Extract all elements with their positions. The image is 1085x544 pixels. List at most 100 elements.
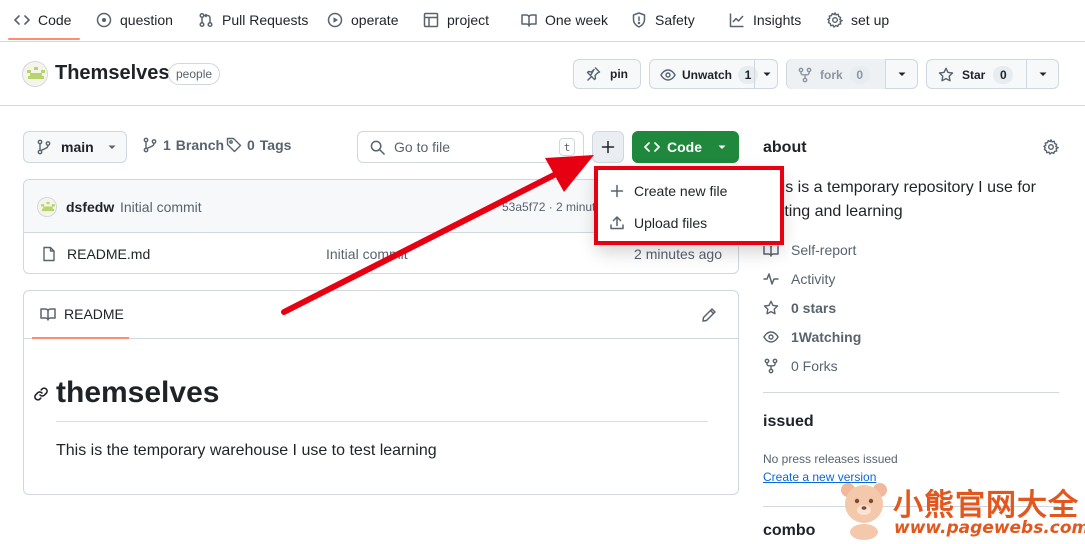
branch-selector[interactable]: main xyxy=(23,131,127,163)
tags-word: Tags xyxy=(259,137,292,153)
fork-label: fork xyxy=(820,68,843,82)
file-name[interactable]: README.md xyxy=(67,246,150,262)
sidebar-item-stars[interactable]: 0 stars xyxy=(763,300,836,316)
tab-operate[interactable]: operate xyxy=(327,0,398,40)
tab-pull-requests-label: Pull Requests xyxy=(222,12,309,28)
readme-tab-indicator xyxy=(32,337,129,339)
fork-caret[interactable] xyxy=(885,60,918,88)
pull-request-icon xyxy=(199,12,213,28)
unwatch-caret[interactable] xyxy=(754,60,778,88)
commit-message[interactable]: Initial commit xyxy=(120,199,202,215)
branches-link[interactable]: 1 Branch xyxy=(142,137,224,153)
unwatch-label: Unwatch xyxy=(682,68,733,82)
go-to-file-placeholder: Go to file xyxy=(394,139,451,155)
sidebar-item-label: Activity xyxy=(791,271,836,287)
shield-icon xyxy=(632,12,646,28)
eye-icon xyxy=(763,331,779,343)
tab-one-week-label: One week xyxy=(545,12,609,28)
active-tab-indicator xyxy=(8,38,80,40)
chevron-down-icon xyxy=(718,145,726,149)
tab-set-up[interactable]: set up xyxy=(827,0,889,40)
fork-icon xyxy=(798,67,812,83)
link-icon[interactable] xyxy=(33,386,49,402)
star-caret[interactable] xyxy=(1026,60,1059,88)
repo-title[interactable]: Themselves xyxy=(55,62,170,85)
table-icon xyxy=(423,12,439,28)
add-file-button[interactable] xyxy=(592,131,624,163)
tab-safety[interactable]: Safety xyxy=(631,0,695,40)
tab-code[interactable]: Code xyxy=(14,0,71,40)
star-main[interactable]: Star 0 xyxy=(938,66,1014,84)
tab-one-week[interactable]: One week xyxy=(521,0,608,40)
commit-author-avatar[interactable] xyxy=(37,197,57,217)
go-to-file-input[interactable]: Go to file t xyxy=(357,131,584,163)
tab-set-up-label: set up xyxy=(851,12,890,28)
star-icon xyxy=(763,300,779,315)
tab-project-label: project xyxy=(447,12,490,28)
code-button[interactable]: Code xyxy=(632,131,739,163)
book-icon xyxy=(40,308,56,321)
readme-tab[interactable]: README xyxy=(40,306,124,322)
branch-word: Branch xyxy=(175,137,225,153)
pulse-icon xyxy=(763,273,779,285)
owner-avatar[interactable] xyxy=(22,61,48,87)
chevron-down-icon xyxy=(1039,72,1047,76)
readme-body: This is the temporary warehouse I use to… xyxy=(56,442,437,459)
sidebar-item-activity[interactable]: Activity xyxy=(763,271,835,287)
gear-icon xyxy=(827,12,843,28)
fork-button[interactable]: fork 0 xyxy=(786,59,918,89)
sidebar-item-forks[interactable]: 0 Forks xyxy=(763,358,838,374)
branch-name: main xyxy=(61,139,94,155)
watermark: 小熊官网大全 www.pagewebs.com xyxy=(838,478,1085,542)
pin-icon xyxy=(586,67,601,81)
sidebar-item-label: Self-report xyxy=(791,242,857,258)
unwatch-button[interactable]: Unwatch 1 xyxy=(649,59,778,89)
tags-link[interactable]: 0 Tags xyxy=(226,137,291,153)
sidebar-item-label: 0 Forks xyxy=(791,358,838,374)
pencil-icon[interactable] xyxy=(701,307,717,323)
sidebar-item-label: 0 stars xyxy=(791,300,837,316)
releases-empty-text: No press releases issued xyxy=(763,452,898,466)
book-icon xyxy=(521,14,537,27)
readme-tab-label: README xyxy=(64,306,124,322)
issue-icon xyxy=(96,12,112,28)
tags-count: 0 xyxy=(247,137,255,153)
readme-header: README xyxy=(24,291,738,339)
packages-title[interactable]: combo xyxy=(763,522,815,540)
star-button[interactable]: Star 0 xyxy=(926,59,1059,89)
fork-icon xyxy=(764,358,778,374)
chevron-down-icon xyxy=(898,72,906,76)
fork-main[interactable]: fork 0 xyxy=(797,66,870,84)
tab-insights[interactable]: Insights xyxy=(729,0,801,40)
heading-divider xyxy=(56,421,708,422)
file-age: 2 minutes ago xyxy=(634,246,722,262)
gear-icon[interactable] xyxy=(1043,139,1059,155)
code-icon xyxy=(14,15,30,25)
chevron-down-icon xyxy=(108,145,116,149)
releases-title[interactable]: issued xyxy=(763,413,814,431)
visibility-badge: people xyxy=(168,63,221,85)
pin-label: pin xyxy=(610,67,628,81)
commit-author[interactable]: dsfedw xyxy=(66,199,114,215)
tab-operate-label: operate xyxy=(351,12,399,28)
tab-question[interactable]: question xyxy=(96,0,173,40)
play-icon xyxy=(327,12,343,28)
tab-project[interactable]: project xyxy=(423,0,489,40)
annotation-highlight-box xyxy=(594,166,784,245)
code-icon xyxy=(644,142,660,152)
file-commit-message[interactable]: Initial commit xyxy=(326,246,408,262)
sidebar-item-watching[interactable]: 1Watching xyxy=(763,329,861,345)
about-title: about xyxy=(763,139,807,156)
tab-question-label: question xyxy=(120,12,173,28)
watermark-url: www.pagewebs.com xyxy=(894,518,1085,538)
tab-code-label: Code xyxy=(38,12,72,28)
star-label: Star xyxy=(962,68,986,82)
star-icon xyxy=(938,67,954,82)
code-button-label: Code xyxy=(667,139,702,155)
pin-button[interactable]: pin xyxy=(573,59,641,89)
file-icon xyxy=(43,246,55,262)
repo-nav: Code question Pull Requests operate proj… xyxy=(0,0,1085,42)
branch-icon xyxy=(37,139,51,155)
tab-pull-requests[interactable]: Pull Requests xyxy=(198,0,308,40)
unwatch-main[interactable]: Unwatch 1 xyxy=(660,66,759,84)
